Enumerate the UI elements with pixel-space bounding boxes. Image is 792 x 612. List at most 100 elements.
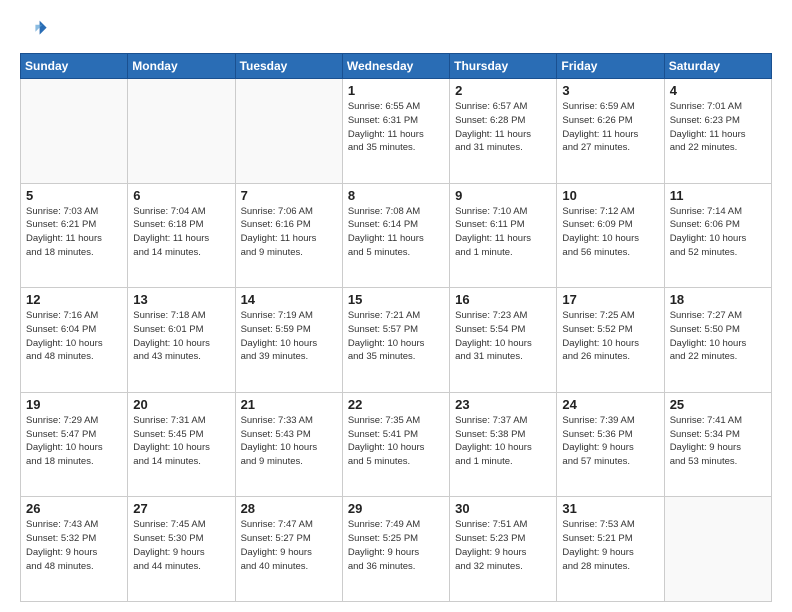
day-info: Sunrise: 6:59 AMSunset: 6:26 PMDaylight:… (562, 100, 658, 155)
day-info: Sunrise: 7:23 AMSunset: 5:54 PMDaylight:… (455, 309, 551, 364)
day-info: Sunrise: 7:18 AMSunset: 6:01 PMDaylight:… (133, 309, 229, 364)
day-info: Sunrise: 7:35 AMSunset: 5:41 PMDaylight:… (348, 414, 444, 469)
day-info: Sunrise: 7:01 AMSunset: 6:23 PMDaylight:… (670, 100, 766, 155)
day-info: Sunrise: 7:33 AMSunset: 5:43 PMDaylight:… (241, 414, 337, 469)
day-info: Sunrise: 6:55 AMSunset: 6:31 PMDaylight:… (348, 100, 444, 155)
calendar-day-header: Thursday (450, 54, 557, 79)
day-number: 24 (562, 397, 658, 412)
calendar-cell: 13 Sunrise: 7:18 AMSunset: 6:01 PMDayligh… (128, 288, 235, 393)
calendar-cell: 5 Sunrise: 7:03 AMSunset: 6:21 PMDaylight… (21, 183, 128, 288)
calendar-week-row: 5 Sunrise: 7:03 AMSunset: 6:21 PMDaylight… (21, 183, 772, 288)
calendar-cell: 15 Sunrise: 7:21 AMSunset: 5:57 PMDayligh… (342, 288, 449, 393)
day-number: 15 (348, 292, 444, 307)
day-info: Sunrise: 7:14 AMSunset: 6:06 PMDaylight:… (670, 205, 766, 260)
day-number: 8 (348, 188, 444, 203)
day-number: 13 (133, 292, 229, 307)
day-number: 22 (348, 397, 444, 412)
calendar-day-header: Tuesday (235, 54, 342, 79)
day-info: Sunrise: 7:45 AMSunset: 5:30 PMDaylight:… (133, 518, 229, 573)
calendar-day-header: Friday (557, 54, 664, 79)
day-info: Sunrise: 7:06 AMSunset: 6:16 PMDaylight:… (241, 205, 337, 260)
logo-icon (20, 15, 48, 43)
header (20, 15, 772, 43)
day-number: 6 (133, 188, 229, 203)
day-number: 25 (670, 397, 766, 412)
day-number: 16 (455, 292, 551, 307)
day-number: 7 (241, 188, 337, 203)
calendar-cell: 7 Sunrise: 7:06 AMSunset: 6:16 PMDaylight… (235, 183, 342, 288)
day-info: Sunrise: 7:12 AMSunset: 6:09 PMDaylight:… (562, 205, 658, 260)
day-number: 17 (562, 292, 658, 307)
day-info: Sunrise: 6:57 AMSunset: 6:28 PMDaylight:… (455, 100, 551, 155)
calendar-week-row: 12Sunrise: 7:16 AMSunset: 6:04 PMDayligh… (21, 288, 772, 393)
day-number: 26 (26, 501, 122, 516)
calendar-cell: 24 Sunrise: 7:39 AMSunset: 5:36 PMDayligh… (557, 392, 664, 497)
calendar-cell: 21 Sunrise: 7:33 AMSunset: 5:43 PMDayligh… (235, 392, 342, 497)
day-number: 27 (133, 501, 229, 516)
day-info: Sunrise: 7:51 AMSunset: 5:23 PMDaylight:… (455, 518, 551, 573)
calendar-cell: 2 Sunrise: 6:57 AMSunset: 6:28 PMDaylight… (450, 79, 557, 184)
calendar-header-row: SundayMondayTuesdayWednesdayThursdayFrid… (21, 54, 772, 79)
day-number: 30 (455, 501, 551, 516)
calendar-cell: 1Sunrise: 6:55 AMSunset: 6:31 PMDaylight… (342, 79, 449, 184)
calendar-cell: 14Sunrise: 7:19 AMSunset: 5:59 PMDayligh… (235, 288, 342, 393)
calendar-week-row: 19Sunrise: 7:29 AMSunset: 5:47 PMDayligh… (21, 392, 772, 497)
day-info: Sunrise: 7:27 AMSunset: 5:50 PMDaylight:… (670, 309, 766, 364)
calendar-day-header: Wednesday (342, 54, 449, 79)
day-info: Sunrise: 7:37 AMSunset: 5:38 PMDaylight:… (455, 414, 551, 469)
day-number: 28 (241, 501, 337, 516)
calendar-cell (235, 79, 342, 184)
day-number: 4 (670, 83, 766, 98)
day-info: Sunrise: 7:29 AMSunset: 5:47 PMDaylight:… (26, 414, 122, 469)
day-info: Sunrise: 7:49 AMSunset: 5:25 PMDaylight:… (348, 518, 444, 573)
day-number: 10 (562, 188, 658, 203)
day-info: Sunrise: 7:53 AMSunset: 5:21 PMDaylight:… (562, 518, 658, 573)
day-info: Sunrise: 7:41 AMSunset: 5:34 PMDaylight:… (670, 414, 766, 469)
day-info: Sunrise: 7:21 AMSunset: 5:57 PMDaylight:… (348, 309, 444, 364)
calendar-day-header: Sunday (21, 54, 128, 79)
day-number: 2 (455, 83, 551, 98)
day-info: Sunrise: 7:04 AMSunset: 6:18 PMDaylight:… (133, 205, 229, 260)
calendar-cell: 20 Sunrise: 7:31 AMSunset: 5:45 PMDayligh… (128, 392, 235, 497)
calendar-cell: 4 Sunrise: 7:01 AMSunset: 6:23 PMDaylight… (664, 79, 771, 184)
calendar-cell: 26Sunrise: 7:43 AMSunset: 5:32 PMDayligh… (21, 497, 128, 602)
logo (20, 15, 52, 43)
day-info: Sunrise: 7:47 AMSunset: 5:27 PMDaylight:… (241, 518, 337, 573)
day-info: Sunrise: 7:10 AMSunset: 6:11 PMDaylight:… (455, 205, 551, 260)
calendar-cell: 18 Sunrise: 7:27 AMSunset: 5:50 PMDayligh… (664, 288, 771, 393)
day-number: 3 (562, 83, 658, 98)
day-number: 23 (455, 397, 551, 412)
day-number: 18 (670, 292, 766, 307)
calendar-cell (664, 497, 771, 602)
calendar-cell: 17Sunrise: 7:25 AMSunset: 5:52 PMDayligh… (557, 288, 664, 393)
calendar-cell: 3 Sunrise: 6:59 AMSunset: 6:26 PMDaylight… (557, 79, 664, 184)
calendar-week-row: 26Sunrise: 7:43 AMSunset: 5:32 PMDayligh… (21, 497, 772, 602)
day-number: 21 (241, 397, 337, 412)
calendar-cell (21, 79, 128, 184)
calendar-cell: 25 Sunrise: 7:41 AMSunset: 5:34 PMDayligh… (664, 392, 771, 497)
calendar-cell (128, 79, 235, 184)
calendar-cell: 6 Sunrise: 7:04 AMSunset: 6:18 PMDaylight… (128, 183, 235, 288)
day-number: 20 (133, 397, 229, 412)
calendar-cell: 9 Sunrise: 7:10 AMSunset: 6:11 PMDaylight… (450, 183, 557, 288)
calendar-day-header: Saturday (664, 54, 771, 79)
day-info: Sunrise: 7:03 AMSunset: 6:21 PMDaylight:… (26, 205, 122, 260)
calendar-cell: 31Sunrise: 7:53 AMSunset: 5:21 PMDayligh… (557, 497, 664, 602)
calendar-day-header: Monday (128, 54, 235, 79)
day-number: 29 (348, 501, 444, 516)
calendar-cell: 29 Sunrise: 7:49 AMSunset: 5:25 PMDayligh… (342, 497, 449, 602)
calendar-cell: 8Sunrise: 7:08 AMSunset: 6:14 PMDaylight… (342, 183, 449, 288)
calendar-table: SundayMondayTuesdayWednesdayThursdayFrid… (20, 53, 772, 602)
calendar-cell: 16 Sunrise: 7:23 AMSunset: 5:54 PMDayligh… (450, 288, 557, 393)
day-number: 14 (241, 292, 337, 307)
calendar-cell: 11Sunrise: 7:14 AMSunset: 6:06 PMDayligh… (664, 183, 771, 288)
calendar-cell: 23 Sunrise: 7:37 AMSunset: 5:38 PMDayligh… (450, 392, 557, 497)
day-info: Sunrise: 7:39 AMSunset: 5:36 PMDaylight:… (562, 414, 658, 469)
calendar-cell: 10 Sunrise: 7:12 AMSunset: 6:09 PMDayligh… (557, 183, 664, 288)
calendar-cell: 12Sunrise: 7:16 AMSunset: 6:04 PMDayligh… (21, 288, 128, 393)
day-number: 12 (26, 292, 122, 307)
day-info: Sunrise: 7:31 AMSunset: 5:45 PMDaylight:… (133, 414, 229, 469)
day-number: 9 (455, 188, 551, 203)
calendar-cell: 28 Sunrise: 7:47 AMSunset: 5:27 PMDayligh… (235, 497, 342, 602)
day-number: 5 (26, 188, 122, 203)
